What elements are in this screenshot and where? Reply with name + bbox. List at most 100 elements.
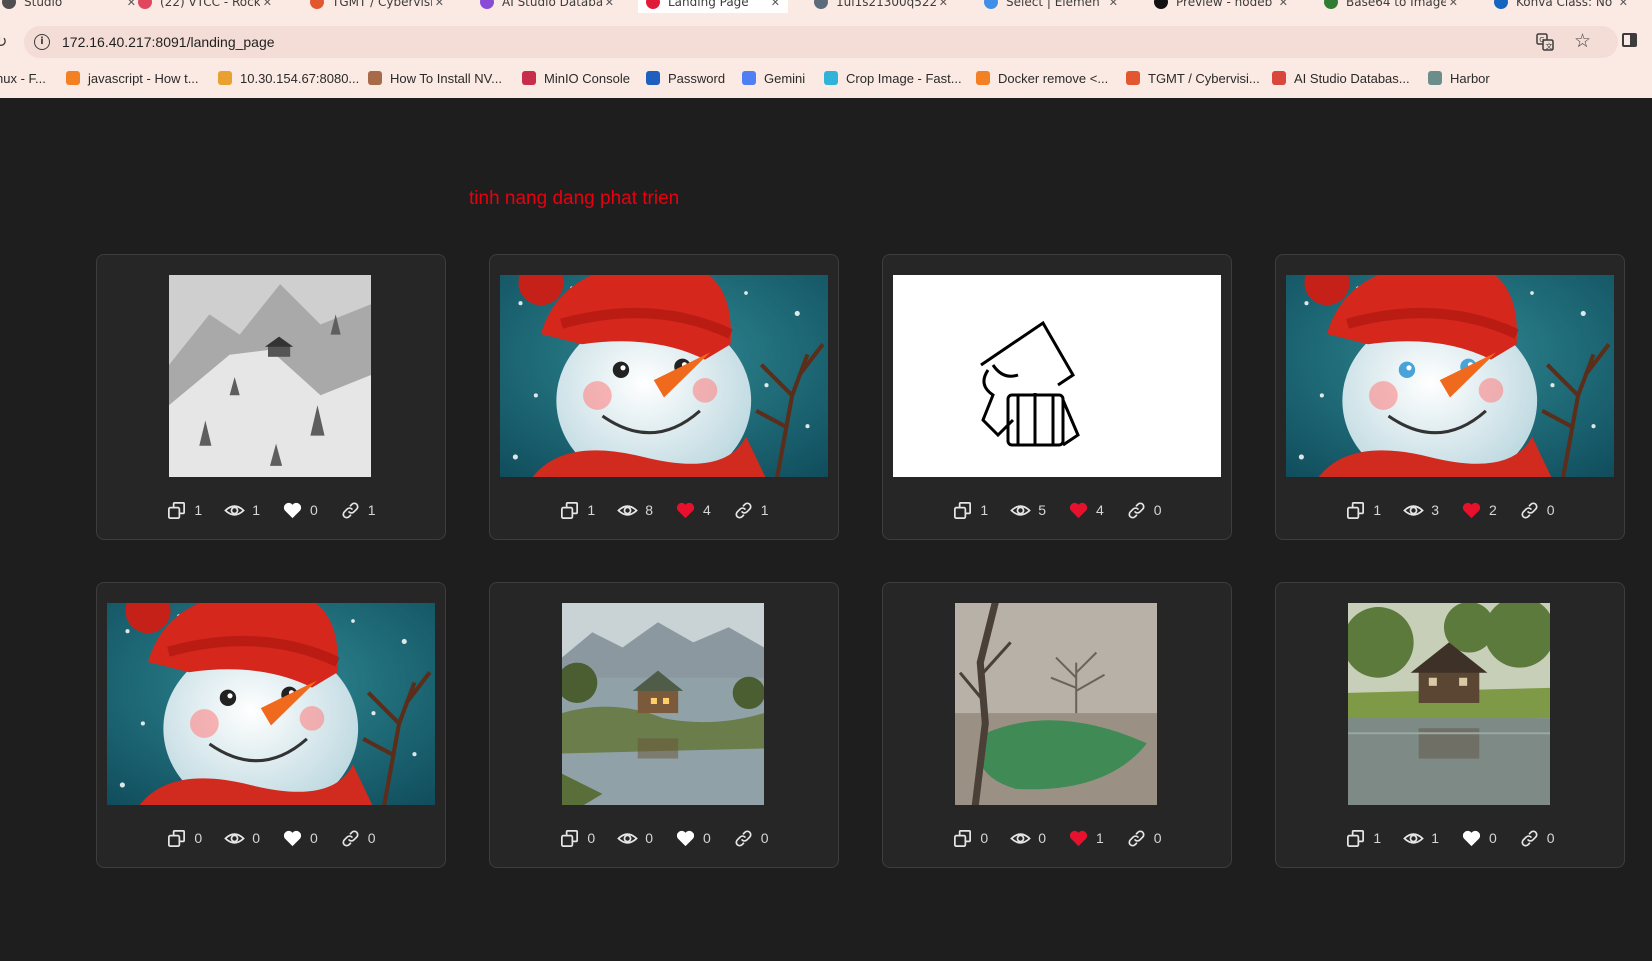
reload-icon[interactable]: ↻ (0, 32, 7, 51)
shares-stat[interactable]: 0 (733, 828, 769, 849)
image-thumbnail[interactable] (893, 275, 1221, 477)
bookmark-item[interactable]: Crop Image - Fast... (824, 68, 962, 88)
image-thumbnail[interactable] (169, 275, 371, 477)
side-panel-icon[interactable] (1622, 33, 1637, 47)
image-card[interactable]: 1 3 2 0 (1275, 254, 1625, 540)
tab-title: TGMT / Cybervisi (332, 0, 432, 9)
browser-tab[interactable]: (22) VTCC - Rocke ✕ (130, 0, 280, 13)
heart-icon (282, 828, 310, 849)
image-thumbnail[interactable] (107, 603, 435, 805)
url-text[interactable]: 172.16.40.217:8091/landing_page (62, 34, 275, 50)
copy-count: 1 (980, 502, 989, 518)
image-card[interactable]: 0 0 0 0 (489, 582, 839, 868)
site-info-icon[interactable]: i (34, 34, 50, 50)
tab-close-icon[interactable]: ✕ (939, 0, 948, 9)
bookmark-item[interactable]: TGMT / Cybervisi... (1126, 68, 1260, 88)
bookmark-item[interactable]: AI Studio Databas... (1272, 68, 1410, 88)
bookmark-item[interactable]: nux - F... (0, 68, 46, 88)
image-card[interactable]: 1841 (489, 254, 839, 540)
bookmarks-bar: nux - F... javascript - How t... 10.30.154… (0, 68, 1652, 88)
bookmark-item[interactable]: Password (646, 68, 725, 88)
copies-stat[interactable]: 0 (166, 828, 202, 849)
tab-close-icon[interactable]: ✕ (435, 0, 444, 9)
translate-icon[interactable]: G 文 (1536, 33, 1554, 51)
bookmark-item[interactable]: Docker remove <... (976, 68, 1108, 88)
copies-stat[interactable]: 0 (559, 828, 595, 849)
copies-stat[interactable]: 1 (1345, 828, 1381, 849)
image-thumbnail[interactable] (562, 603, 764, 805)
image-card[interactable]: 1 1 0 0 (1275, 582, 1625, 868)
shares-stat[interactable]: 0 (1519, 500, 1555, 521)
like-count: 2 (1489, 502, 1497, 518)
card-stats: 1 1 0 1 (97, 500, 445, 520)
browser-tab[interactable]: Select | Elemen ✕ (976, 0, 1126, 13)
browser-tab[interactable]: TGMT / Cybervisi ✕ (302, 0, 452, 13)
copies-stat[interactable]: 1 (166, 500, 202, 521)
browser-tab[interactable]: 1ui1s21300q522 ✕ (806, 0, 956, 13)
bookmark-label: MinIO Console (544, 70, 630, 86)
copies-stat[interactable]: 1 (559, 500, 595, 521)
bookmark-item[interactable]: MinIO Console (522, 68, 630, 88)
image-thumbnail[interactable] (1286, 275, 1614, 477)
views-stat[interactable]: 1 (224, 500, 260, 521)
views-stat[interactable]: 1 (1403, 828, 1439, 849)
bookmark-item[interactable]: 10.30.154.67:8080... (218, 68, 359, 88)
likes-stat[interactable]: 2 (1461, 500, 1497, 521)
likes-stat[interactable]: 1 (1068, 828, 1104, 849)
tab-close-icon[interactable]: ✕ (1619, 0, 1628, 9)
tab-close-icon[interactable]: ✕ (1279, 0, 1288, 9)
gitlab-icon (1126, 71, 1140, 85)
bookmark-item[interactable]: Harbor (1428, 68, 1490, 88)
views-stat[interactable]: 8 (617, 500, 653, 521)
link-icon (1126, 828, 1154, 849)
db-icon (1272, 71, 1286, 85)
bookmark-star-icon[interactable]: ☆ (1574, 30, 1591, 52)
copies-stat[interactable]: 1 (1345, 500, 1381, 521)
likes-stat[interactable]: 0 (282, 828, 318, 849)
shares-stat[interactable]: 1 (340, 500, 376, 521)
bookmark-item[interactable]: Gemini (742, 68, 805, 88)
tab-close-icon[interactable]: ✕ (1109, 0, 1118, 9)
browser-tab[interactable]: Studio ✕ (0, 0, 144, 13)
shares-stat[interactable]: 0 (1126, 500, 1162, 521)
browser-tab[interactable]: Preview - nodeb ✕ (1146, 0, 1296, 13)
browser-tab[interactable]: Konva Class: No ✕ (1486, 0, 1636, 13)
browser-tab[interactable]: AI Studio Databa ✕ (472, 0, 622, 13)
image-thumbnail[interactable] (1348, 603, 1550, 805)
image-card[interactable]: 1540 (882, 254, 1232, 540)
image-thumbnail[interactable] (955, 603, 1157, 805)
tab-close-icon[interactable]: ✕ (1449, 0, 1458, 9)
copies-stat[interactable]: 0 (952, 828, 988, 849)
tab-close-icon[interactable]: ✕ (605, 0, 614, 9)
views-stat[interactable]: 0 (224, 828, 260, 849)
card-stats: 1 3 2 0 (1276, 500, 1624, 520)
shares-stat[interactable]: 1 (733, 500, 769, 521)
image-thumbnail[interactable] (500, 275, 828, 477)
likes-stat[interactable]: 0 (282, 500, 318, 521)
browser-tab[interactable]: Landing Page ✕ (638, 0, 788, 13)
heart-icon (1068, 500, 1096, 521)
views-stat[interactable]: 0 (1010, 828, 1046, 849)
likes-stat[interactable]: 0 (675, 828, 711, 849)
image-card[interactable]: 0 0 1 0 (882, 582, 1232, 868)
copies-stat[interactable]: 1 (952, 500, 988, 521)
view-count: 1 (1431, 830, 1439, 846)
share-count: 0 (1153, 502, 1162, 518)
tab-close-icon[interactable]: ✕ (771, 0, 780, 9)
tab-close-icon[interactable]: ✕ (263, 0, 272, 9)
views-stat[interactable]: 5 (1010, 500, 1046, 521)
shares-stat[interactable]: 0 (1519, 828, 1555, 849)
views-stat[interactable]: 3 (1403, 500, 1439, 521)
bookmark-item[interactable]: javascript - How t... (66, 68, 199, 88)
likes-stat[interactable]: 4 (1068, 500, 1104, 521)
address-bar[interactable]: i 172.16.40.217:8091/landing_page G 文 ☆ (24, 26, 1618, 58)
views-stat[interactable]: 0 (617, 828, 653, 849)
shares-stat[interactable]: 0 (340, 828, 376, 849)
likes-stat[interactable]: 0 (1461, 828, 1497, 849)
image-card[interactable]: 1 1 0 1 (96, 254, 446, 540)
bookmark-item[interactable]: How To Install NV... (368, 68, 502, 88)
likes-stat[interactable]: 4 (675, 500, 711, 521)
image-card[interactable]: 0 0 0 0 (96, 582, 446, 868)
browser-tab[interactable]: Base64 to Image ✕ (1316, 0, 1466, 13)
shares-stat[interactable]: 0 (1126, 828, 1162, 849)
